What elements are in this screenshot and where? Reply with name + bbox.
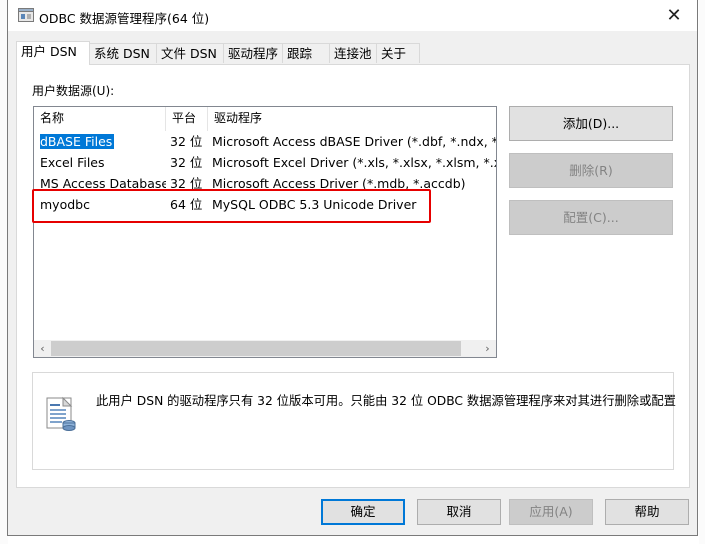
tab-system-dsn[interactable]: 系统 DSN	[89, 43, 157, 63]
data-source-list[interactable]: 名称 平台 驱动程序 dBASE Files 32 位 Microsoft Ac…	[33, 106, 497, 358]
configure-button-label: 配置(C)...	[563, 210, 619, 225]
column-header-driver[interactable]: 驱动程序	[207, 107, 496, 131]
scrollbar-thumb[interactable]	[51, 341, 461, 356]
tab-connection-pooling[interactable]: 连接池	[329, 43, 377, 63]
list-item[interactable]: myodbc 64 位 MySQL ODBC 5.3 Unicode Drive…	[34, 194, 496, 215]
tab-user-dsn[interactable]: 用户 DSN	[16, 41, 90, 65]
data-source-name: MS Access Database	[40, 176, 166, 191]
list-item[interactable]: Excel Files 32 位 Microsoft Excel Driver …	[34, 152, 496, 173]
data-source-name: dBASE Files	[40, 134, 115, 149]
horizontal-scrollbar[interactable]: ‹ ›	[34, 340, 496, 357]
odbc-dialog: ODBC 数据源管理程序(64 位) ✕ 用户 DSN 系统 DSN 文件 DS…	[7, 0, 698, 536]
column-header-name[interactable]: 名称	[34, 107, 165, 131]
remove-button-label: 删除(R)	[569, 163, 613, 178]
list-item[interactable]: MS Access Database 32 位 Microsoft Access…	[34, 173, 496, 194]
list-header: 名称 平台 驱动程序	[34, 107, 496, 131]
data-source-platform: 32 位	[170, 176, 203, 191]
list-item[interactable]: dBASE Files 32 位 Microsoft Access dBASE …	[34, 131, 496, 152]
data-source-driver: Microsoft Access dBASE Driver (*.dbf, *.…	[212, 134, 496, 149]
title-bar[interactable]: ODBC 数据源管理程序(64 位) ✕	[8, 0, 697, 31]
tab-about[interactable]: 关于	[376, 43, 420, 63]
cancel-button[interactable]: 取消	[417, 499, 501, 525]
scroll-right-icon[interactable]: ›	[479, 340, 496, 357]
info-message: 此用户 DSN 的驱动程序只有 32 位版本可用。只能由 32 位 ODBC 数…	[96, 394, 676, 408]
user-data-sources-label: 用户数据源(U):	[32, 84, 115, 98]
background-edge-right	[699, 0, 705, 544]
configure-button[interactable]: 配置(C)...	[509, 200, 673, 235]
close-button[interactable]: ✕	[651, 0, 697, 31]
data-source-platform: 32 位	[170, 134, 203, 149]
column-header-platform[interactable]: 平台	[165, 107, 207, 131]
data-source-platform: 32 位	[170, 155, 203, 170]
data-source-driver: Microsoft Excel Driver (*.xls, *.xlsx, *…	[212, 155, 497, 170]
user-dsn-page: 用户数据源(U): 名称 平台 驱动程序 dBASE Files 32 位 Mi…	[16, 64, 690, 488]
tab-file-dsn[interactable]: 文件 DSN	[156, 43, 224, 63]
data-source-driver: Microsoft Access Driver (*.mdb, *.accdb)	[212, 176, 466, 191]
ok-button[interactable]: 确定	[321, 499, 405, 525]
info-panel: 此用户 DSN 的驱动程序只有 32 位版本可用。只能由 32 位 ODBC 数…	[32, 372, 676, 470]
odbc-window-icon	[18, 8, 34, 22]
close-icon: ✕	[666, 5, 682, 26]
remove-button[interactable]: 删除(R)	[509, 153, 673, 188]
add-button[interactable]: 添加(D)...	[509, 106, 673, 141]
data-source-name: myodbc	[40, 197, 90, 212]
tab-strip: 用户 DSN 系统 DSN 文件 DSN 驱动程序 跟踪 连接池 关于	[16, 41, 616, 65]
data-source-driver: MySQL ODBC 5.3 Unicode Driver	[212, 197, 417, 212]
scroll-left-icon[interactable]: ‹	[34, 340, 51, 357]
data-source-info-icon	[46, 396, 76, 431]
data-source-name: Excel Files	[40, 155, 105, 170]
tab-tracing[interactable]: 跟踪	[282, 43, 330, 63]
apply-button[interactable]: 应用(A)	[509, 499, 593, 525]
add-button-label: 添加(D)...	[562, 116, 620, 131]
data-source-platform: 64 位	[170, 197, 203, 212]
help-button[interactable]: 帮助	[605, 499, 689, 525]
window-title: ODBC 数据源管理程序(64 位)	[39, 11, 210, 26]
tab-drivers[interactable]: 驱动程序	[223, 43, 283, 63]
